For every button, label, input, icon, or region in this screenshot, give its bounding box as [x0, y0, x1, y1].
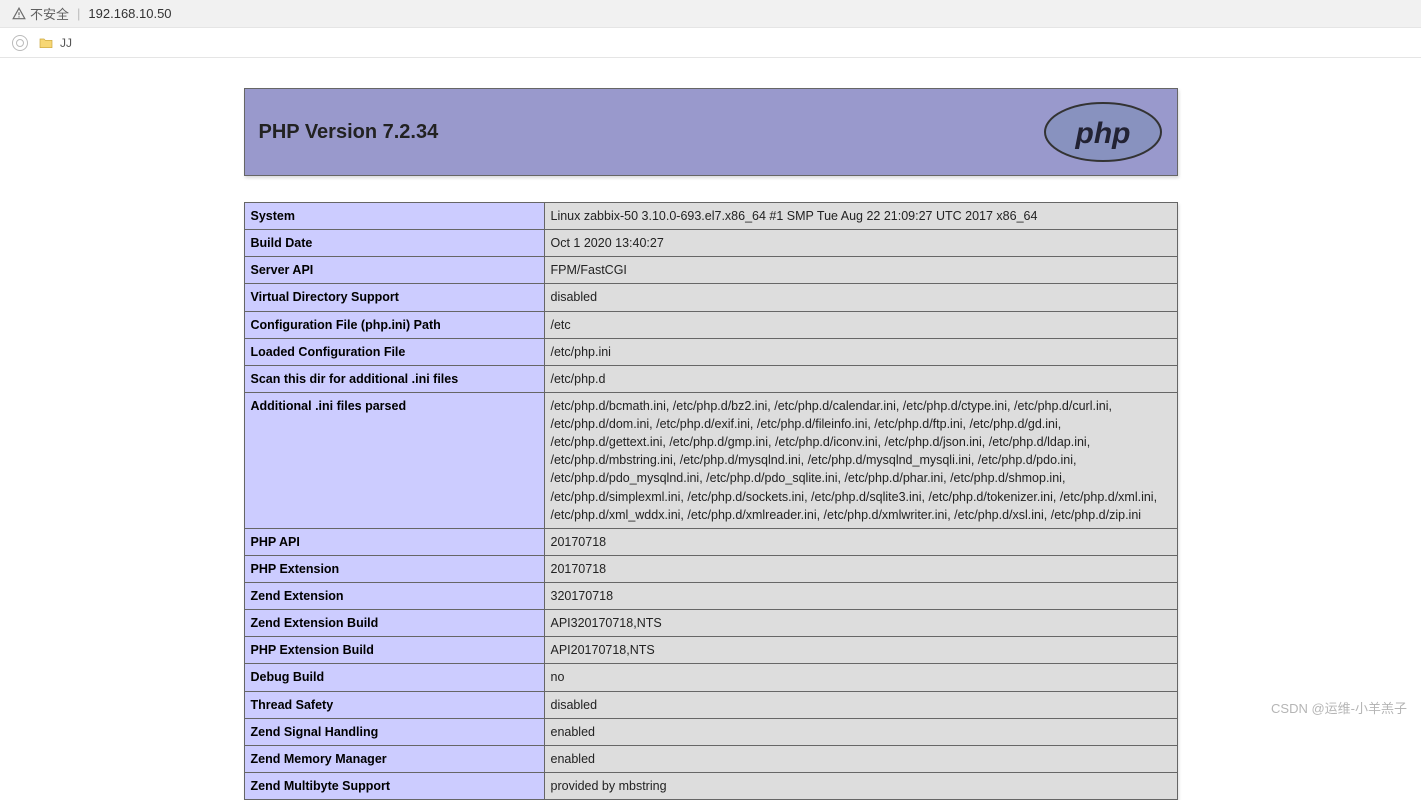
info-value: /etc/php.d	[544, 365, 1177, 392]
table-row: Loaded Configuration File/etc/php.ini	[244, 338, 1177, 365]
info-label: PHP Extension Build	[244, 637, 544, 664]
info-value: /etc	[544, 311, 1177, 338]
security-label: 不安全	[30, 4, 69, 23]
info-label: Scan this dir for additional .ini files	[244, 365, 544, 392]
info-value: no	[544, 664, 1177, 691]
info-label: Thread Safety	[244, 691, 544, 718]
info-label: Server API	[244, 257, 544, 284]
table-row: Thread Safetydisabled	[244, 691, 1177, 718]
table-row: Build DateOct 1 2020 13:40:27	[244, 230, 1177, 257]
info-label: Zend Memory Manager	[244, 745, 544, 772]
bookmark-folder[interactable]: JJ	[38, 35, 72, 51]
info-label: Zend Extension Build	[244, 610, 544, 637]
table-row: Debug Buildno	[244, 664, 1177, 691]
info-value: disabled	[544, 284, 1177, 311]
page-title: PHP Version 7.2.34	[259, 121, 439, 144]
table-row: Virtual Directory Supportdisabled	[244, 284, 1177, 311]
info-label: Zend Multibyte Support	[244, 772, 544, 799]
table-row: PHP Extension20170718	[244, 555, 1177, 582]
php-logo: php	[1043, 101, 1163, 163]
info-label: Loaded Configuration File	[244, 338, 544, 365]
phpinfo-table: SystemLinux zabbix-50 3.10.0-693.el7.x86…	[244, 202, 1178, 800]
table-row: PHP API20170718	[244, 528, 1177, 555]
info-label: Build Date	[244, 230, 544, 257]
table-row: Zend Extension BuildAPI320170718,NTS	[244, 610, 1177, 637]
table-row: Zend Signal Handlingenabled	[244, 718, 1177, 745]
table-row: Zend Memory Managerenabled	[244, 745, 1177, 772]
info-label: Zend Extension	[244, 583, 544, 610]
info-value: enabled	[544, 718, 1177, 745]
info-value: API320170718,NTS	[544, 610, 1177, 637]
info-value: provided by mbstring	[544, 772, 1177, 799]
table-row: Server APIFPM/FastCGI	[244, 257, 1177, 284]
folder-icon	[38, 35, 54, 51]
info-label: PHP Extension	[244, 555, 544, 582]
info-value: /etc/php.ini	[544, 338, 1177, 365]
table-row: Zend Extension320170718	[244, 583, 1177, 610]
app-icon[interactable]	[12, 35, 28, 51]
bookmark-label: JJ	[60, 36, 72, 50]
table-row: PHP Extension BuildAPI20170718,NTS	[244, 637, 1177, 664]
info-label: Additional .ini files parsed	[244, 392, 544, 528]
url-text[interactable]: 192.168.10.50	[88, 6, 171, 21]
info-label: Zend Signal Handling	[244, 718, 544, 745]
info-value: /etc/php.d/bcmath.ini, /etc/php.d/bz2.in…	[544, 392, 1177, 528]
table-row: SystemLinux zabbix-50 3.10.0-693.el7.x86…	[244, 203, 1177, 230]
info-label: Virtual Directory Support	[244, 284, 544, 311]
info-value: disabled	[544, 691, 1177, 718]
info-label: Configuration File (php.ini) Path	[244, 311, 544, 338]
phpinfo-header: PHP Version 7.2.34 php	[244, 88, 1178, 176]
svg-text:php: php	[1074, 117, 1130, 150]
table-row: Additional .ini files parsed/etc/php.d/b…	[244, 392, 1177, 528]
bookmark-bar: JJ	[0, 28, 1421, 58]
info-value: enabled	[544, 745, 1177, 772]
info-value: 320170718	[544, 583, 1177, 610]
info-value: 20170718	[544, 528, 1177, 555]
info-label: PHP API	[244, 528, 544, 555]
phpinfo-content: PHP Version 7.2.34 php SystemLinux zabbi…	[244, 88, 1178, 800]
info-label: Debug Build	[244, 664, 544, 691]
table-row: Scan this dir for additional .ini files/…	[244, 365, 1177, 392]
security-warning: 不安全	[12, 4, 69, 23]
info-value: Linux zabbix-50 3.10.0-693.el7.x86_64 #1…	[544, 203, 1177, 230]
info-value: API20170718,NTS	[544, 637, 1177, 664]
separator: |	[77, 6, 80, 21]
info-label: System	[244, 203, 544, 230]
address-bar: 不安全 | 192.168.10.50	[0, 0, 1421, 28]
table-row: Zend Multibyte Supportprovided by mbstri…	[244, 772, 1177, 799]
warning-icon	[12, 7, 26, 21]
info-value: Oct 1 2020 13:40:27	[544, 230, 1177, 257]
watermark: CSDN @运维-小羊羔子	[1271, 698, 1407, 717]
info-value: 20170718	[544, 555, 1177, 582]
table-row: Configuration File (php.ini) Path/etc	[244, 311, 1177, 338]
info-value: FPM/FastCGI	[544, 257, 1177, 284]
